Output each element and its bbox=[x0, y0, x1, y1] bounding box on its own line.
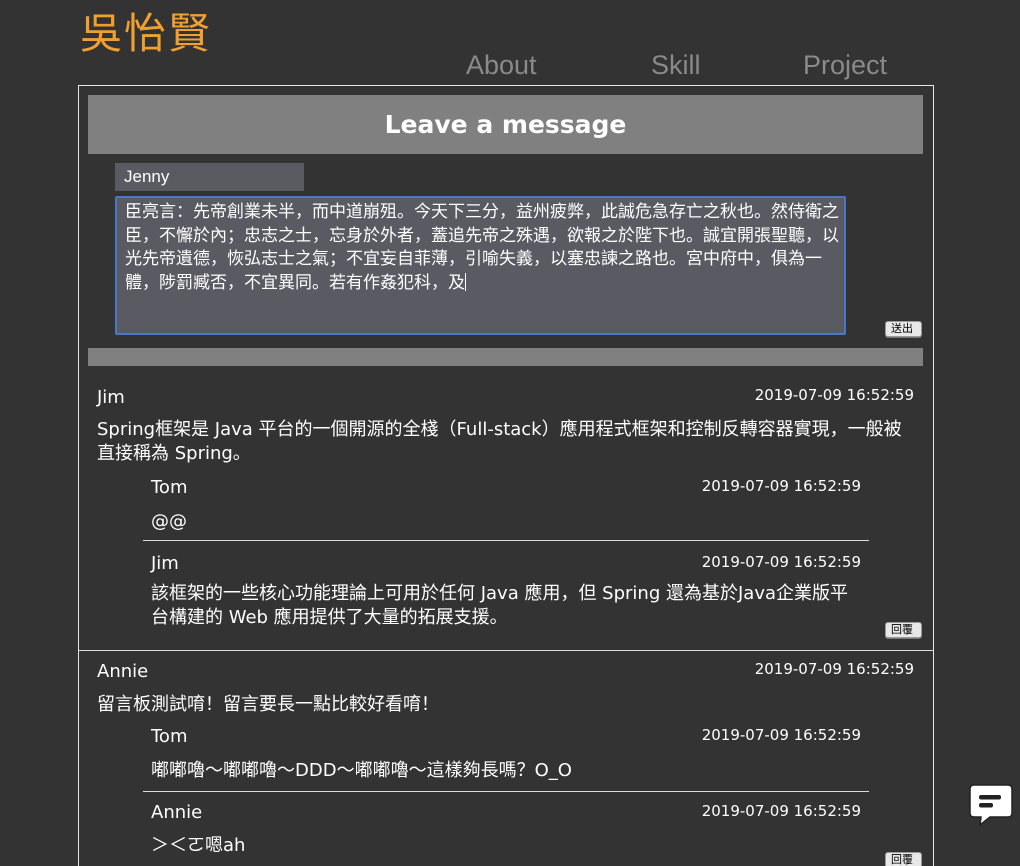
comment-body: Spring框架是 Java 平台的一個開源的全棧（Full-stack）應用程… bbox=[97, 419, 902, 464]
message-textarea[interactable]: 臣亮言：先帝創業未半，而中道崩殂。今天下三分，益州疲弊，此誠危急存亡之秋也。然侍… bbox=[115, 196, 846, 335]
reply-author: Jim bbox=[151, 553, 179, 574]
reply-body: 該框架的一些核心功能理論上可用於任何 Java 應用，但 Spring 還為基於… bbox=[151, 583, 849, 628]
reply-body: ＞＜ㄛ嗯ah bbox=[151, 835, 246, 856]
nav-about[interactable]: About bbox=[466, 50, 537, 81]
form-header-title: Leave a message bbox=[384, 110, 627, 139]
comment-divider bbox=[79, 650, 933, 651]
name-input[interactable]: Jenny bbox=[115, 163, 304, 191]
comment-author: Jim bbox=[97, 387, 125, 408]
reply-author: Annie bbox=[151, 802, 203, 823]
text-cursor bbox=[465, 272, 466, 291]
reply-body: 嘟嘟嚕～嘟嘟嚕～DDD～嘟嘟嚕～這樣夠長嗎？O_O bbox=[151, 760, 572, 781]
reply-divider bbox=[143, 540, 869, 541]
chat-bubble-icon[interactable] bbox=[968, 783, 1014, 827]
message-board: Leave a message Jenny 臣亮言：先帝創業未半，而中道崩殂。今… bbox=[78, 85, 934, 866]
reply-time: 2019-07-09 16:52:59 bbox=[701, 726, 861, 744]
form-header: Leave a message bbox=[88, 95, 923, 154]
reply-body: @@ bbox=[151, 511, 187, 532]
reply-button[interactable]: 回覆 bbox=[885, 622, 922, 638]
reply-author: Tom bbox=[151, 726, 188, 747]
reply-divider bbox=[143, 791, 869, 792]
reply-time: 2019-07-09 16:52:59 bbox=[701, 477, 861, 495]
reply-time: 2019-07-09 16:52:59 bbox=[701, 802, 861, 820]
send-button[interactable]: 送出 bbox=[885, 321, 922, 337]
comment-time: 2019-07-09 16:52:59 bbox=[754, 660, 914, 678]
message-text: 臣亮言：先帝創業未半，而中道崩殂。今天下三分，益州疲弊，此誠危急存亡之秋也。然侍… bbox=[125, 202, 839, 293]
reply-button[interactable]: 回覆 bbox=[885, 852, 922, 866]
nav-skill[interactable]: Skill bbox=[651, 50, 701, 81]
main-nav: About Skill Project bbox=[0, 50, 1020, 86]
form-divider bbox=[88, 348, 923, 366]
nav-project[interactable]: Project bbox=[803, 50, 887, 81]
chat-bubble-svg bbox=[969, 784, 1013, 827]
reply-author: Tom bbox=[151, 477, 188, 498]
comment-time: 2019-07-09 16:52:59 bbox=[754, 386, 914, 404]
reply-time: 2019-07-09 16:52:59 bbox=[701, 553, 861, 571]
comment-author: Annie bbox=[97, 661, 149, 682]
comment-body: 留言板測試唷！留言要長一點比較好看唷！ bbox=[97, 694, 439, 715]
